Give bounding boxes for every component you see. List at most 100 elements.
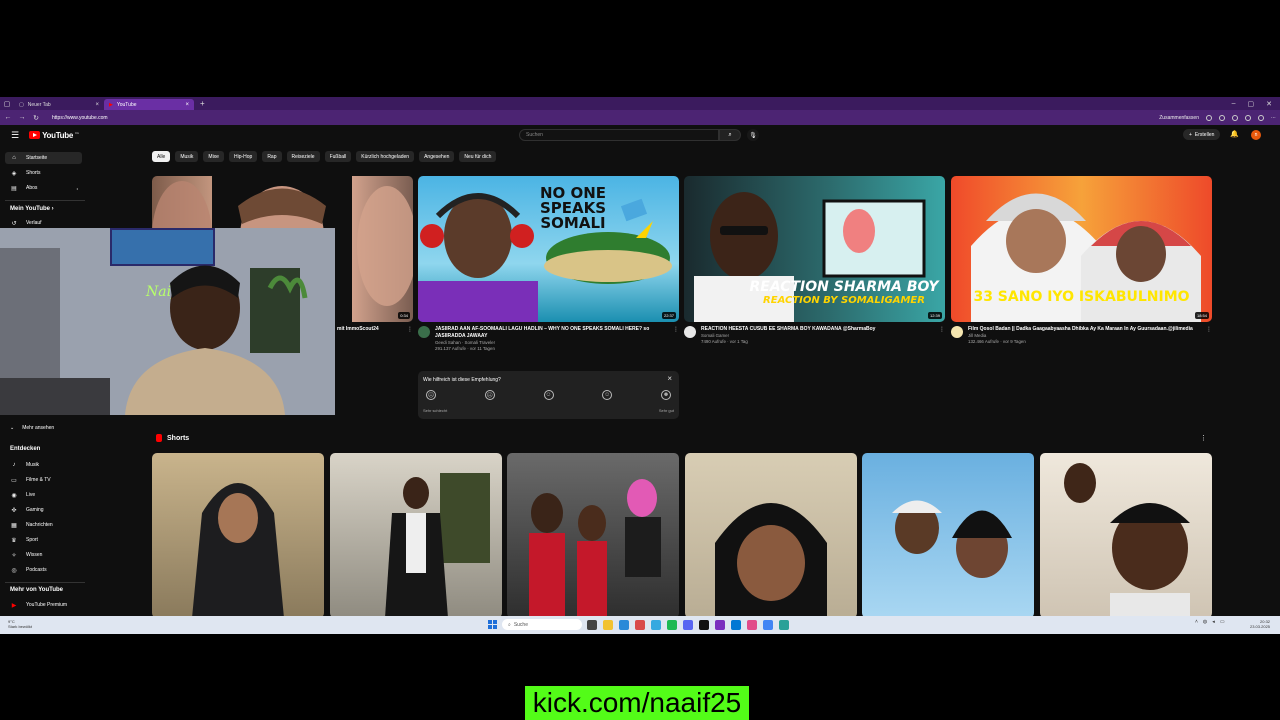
filter-chip[interactable]: Rap xyxy=(262,151,282,162)
sidebar-item-podcasts[interactable]: ◎ Podcasts xyxy=(5,564,82,576)
app-icon[interactable] xyxy=(651,620,661,630)
neutral-face-icon[interactable]: ☺ xyxy=(543,390,554,400)
filter-chip[interactable]: Musik xyxy=(175,151,199,162)
video-options-icon[interactable]: ⋮ xyxy=(1206,326,1212,345)
good-face-icon[interactable]: ☺ xyxy=(602,390,613,400)
tab-close-icon[interactable]: × xyxy=(95,102,99,108)
spotify-icon[interactable] xyxy=(667,620,677,630)
sidebar-item-live[interactable]: ◉ Live xyxy=(5,489,82,501)
sidebar-heading-you[interactable]: Mein YouTube › xyxy=(10,206,54,212)
close-window-icon[interactable]: ✕ xyxy=(1266,100,1272,108)
file-explorer-icon[interactable] xyxy=(603,620,613,630)
notifications-bell-icon[interactable]: 🔔 xyxy=(1230,130,1239,138)
tab-new-tab[interactable]: ▢ Neuer Tab × xyxy=(14,99,104,110)
very-bad-face-icon[interactable]: ☹ xyxy=(426,390,436,400)
video-card[interactable]: NO ONE SPEAKS SOMALI 22:37 JASIIRAD AAN … xyxy=(418,176,679,352)
translate-icon[interactable] xyxy=(1219,114,1225,121)
profile-icon[interactable] xyxy=(1258,114,1264,121)
forward-icon[interactable]: → xyxy=(18,114,26,121)
filter-chip[interactable]: Kürzlich hochgeladen xyxy=(356,151,415,162)
short-thumbnail[interactable] xyxy=(1040,453,1212,618)
reload-icon[interactable]: ↻ xyxy=(32,114,40,122)
taskbar-clock[interactable]: 20:32 23.03.2025 xyxy=(1250,619,1270,629)
search-button[interactable]: ⌕ xyxy=(719,129,741,141)
filter-chip[interactable]: Hip-Hop xyxy=(228,151,258,162)
channel-avatar[interactable] xyxy=(418,326,430,338)
new-tab-button[interactable]: + xyxy=(194,99,211,108)
menu-dots-icon[interactable]: ⋯ xyxy=(1271,115,1276,121)
sidebar-item-shorts[interactable]: ◈ Shorts xyxy=(5,167,82,179)
app-icon[interactable] xyxy=(715,620,725,630)
video-thumbnail[interactable]: NO ONE SPEAKS SOMALI 22:37 xyxy=(418,176,679,322)
app-icon[interactable] xyxy=(635,620,645,630)
video-options-icon[interactable]: ⋮ xyxy=(939,326,945,345)
task-view-icon[interactable] xyxy=(587,620,597,630)
summarize-button[interactable]: Zusammenfassen xyxy=(1159,115,1199,121)
edge-icon[interactable] xyxy=(619,620,629,630)
video-thumbnail[interactable]: REACTION SHARMA BOY REACTION BY SOMALIGA… xyxy=(684,176,945,322)
video-title[interactable]: JASIIRAD AAN AF-SOOMAALI LAGU HADLIN – W… xyxy=(435,326,668,340)
filter-chip[interactable]: Angesehen xyxy=(419,151,455,162)
sidebar-item-home[interactable]: ⌂ Startseite xyxy=(5,152,82,164)
very-good-face-icon[interactable]: ☻ xyxy=(661,390,671,400)
close-icon[interactable]: × xyxy=(667,374,672,383)
favorite-icon[interactable] xyxy=(1232,114,1238,121)
sidebar-item-movies[interactable]: ▭ Filme & TV xyxy=(5,474,82,486)
chevron-up-icon[interactable]: ˄ xyxy=(1195,619,1198,625)
create-button[interactable]: + Erstellen xyxy=(1183,129,1221,140)
video-card[interactable]: REACTION SHARMA BOY REACTION BY SOMALIGA… xyxy=(684,176,945,345)
sidebar-item-gaming[interactable]: ✜ Gaming xyxy=(5,504,82,516)
address-bar[interactable]: https://www.youtube.com xyxy=(52,115,108,121)
channel-avatar[interactable] xyxy=(684,326,696,338)
sidebar-item-subscriptions[interactable]: ▤ Abos • xyxy=(5,182,82,194)
video-thumbnail[interactable]: 33 SANO IYO ISKABULNIMO 18:54 xyxy=(951,176,1212,322)
channel-avatar[interactable] xyxy=(951,326,963,338)
network-icon[interactable]: ◍ xyxy=(1203,619,1207,625)
video-title[interactable]: Film Qosol Badan || Dadka Gaagaabyaasha … xyxy=(968,326,1201,333)
maximize-icon[interactable]: ▢ xyxy=(1248,100,1255,108)
short-thumbnail[interactable] xyxy=(507,453,679,618)
back-icon[interactable]: ← xyxy=(4,114,12,121)
short-thumbnail[interactable] xyxy=(862,453,1034,618)
filter-chip[interactable]: Fußball xyxy=(324,151,352,162)
sidebar-item-music[interactable]: ♪ Musik xyxy=(5,459,82,471)
tab-youtube[interactable]: ▶ YouTube × xyxy=(104,99,194,110)
search-input[interactable]: Suchen xyxy=(519,129,719,141)
minimize-icon[interactable]: – xyxy=(1232,100,1236,108)
bad-face-icon[interactable]: ☹ xyxy=(484,390,495,400)
video-card[interactable]: 33 SANO IYO ISKABULNIMO 18:54 Film Qosol… xyxy=(951,176,1212,345)
shorts-options-icon[interactable]: ⋮ xyxy=(1200,434,1207,442)
video-title[interactable]: mit ImmoScout24 xyxy=(337,326,402,333)
short-thumbnail[interactable] xyxy=(330,453,502,618)
short-thumbnail[interactable] xyxy=(685,453,857,618)
app-icon[interactable] xyxy=(747,620,757,630)
app-icon[interactable] xyxy=(731,620,741,630)
weather-widget[interactable]: 9°C Stark bewölkt xyxy=(8,619,32,629)
short-thumbnail[interactable] xyxy=(152,453,324,618)
show-more-button[interactable]: ⌄ Mehr ansehen xyxy=(10,425,54,431)
extensions-icon[interactable] xyxy=(1245,114,1251,121)
sidebar-item-news[interactable]: ▦ Nachrichten xyxy=(5,519,82,531)
app-icon[interactable] xyxy=(779,620,789,630)
hamburger-menu-icon[interactable]: ☰ xyxy=(11,130,19,141)
video-options-icon[interactable]: ⋮ xyxy=(407,326,413,333)
account-avatar[interactable]: n xyxy=(1251,130,1261,140)
sidebar-item-sport[interactable]: ♛ Sport xyxy=(5,534,82,546)
tab-actions-icon[interactable]: ▢ xyxy=(0,97,14,110)
tab-close-icon[interactable]: × xyxy=(185,102,189,108)
video-title[interactable]: REACTION HEESTA CUSUB EE SHARMA BOY KAWA… xyxy=(701,326,934,333)
filter-chip[interactable]: Alle xyxy=(152,151,171,162)
filter-chip[interactable]: Mixe xyxy=(203,151,224,162)
voice-search-button[interactable]: 🎙 xyxy=(747,129,759,141)
discord-icon[interactable] xyxy=(683,620,693,630)
reader-icon[interactable] xyxy=(1206,114,1212,121)
battery-icon[interactable]: ▭ xyxy=(1220,619,1225,625)
sidebar-item-learning[interactable]: ✧ Wissen xyxy=(5,549,82,561)
taskbar-search[interactable]: ⌕ Suche xyxy=(502,619,582,630)
youtube-logo[interactable]: YouTube DE xyxy=(29,131,79,140)
chrome-icon[interactable] xyxy=(763,620,773,630)
filter-chip[interactable]: Reiseziele xyxy=(286,151,320,162)
filter-chip[interactable]: Neu für dich xyxy=(459,151,497,162)
tiktok-icon[interactable] xyxy=(699,620,709,630)
volume-icon[interactable]: ◂ xyxy=(1212,619,1215,625)
